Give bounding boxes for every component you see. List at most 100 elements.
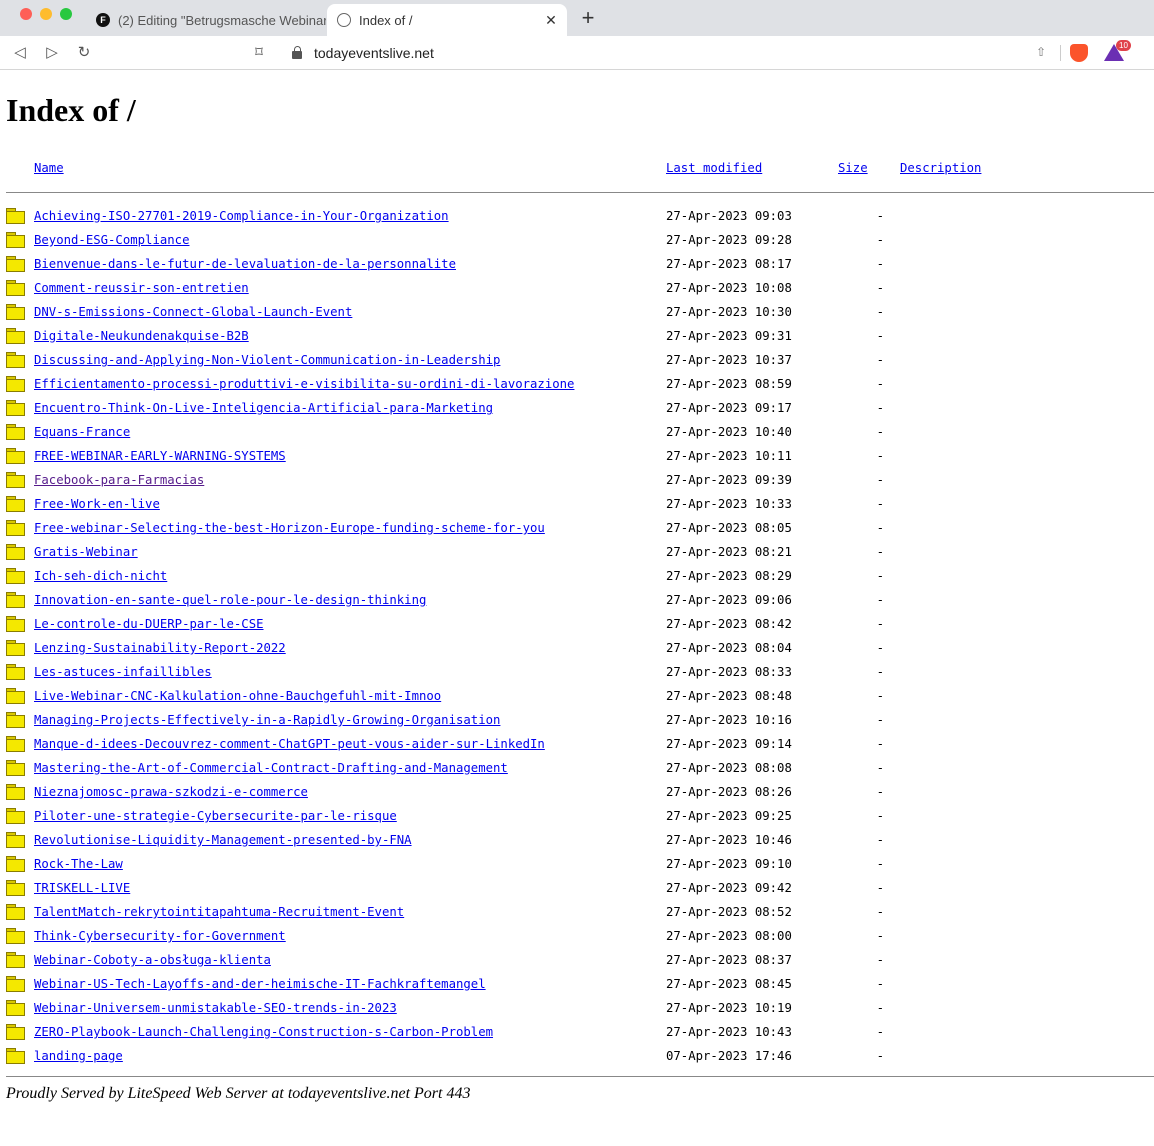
description-cell [884,1044,1154,1068]
reload-icon[interactable]: ↻ [74,43,94,63]
globe-icon [337,13,351,27]
description-cell [884,540,1154,564]
directory-link[interactable]: Piloter-une-strategie-Cybersecurite-par-… [34,809,397,823]
new-tab-button[interactable]: + [576,6,600,30]
directory-link[interactable]: Live-Webinar-CNC-Kalkulation-ohne-Bauchg… [34,689,441,703]
folder-icon [6,496,25,512]
directory-link[interactable]: Revolutionise-Liquidity-Management-prese… [34,833,412,847]
directory-link[interactable]: Webinar-Universem-unmistakable-SEO-trend… [34,1001,397,1015]
description-cell [884,972,1154,996]
directory-link[interactable]: TRISKELL-LIVE [34,881,130,895]
description-cell [884,324,1154,348]
directory-link[interactable]: Webinar-Coboty-a-obsługa-klienta [34,953,271,967]
directory-link[interactable]: Facebook-para-Farmacias [34,473,204,487]
address-bar[interactable]: todayeventslive.net [282,39,1062,66]
tab-index[interactable]: Index of / ✕ [327,4,567,36]
directory-link[interactable]: Manque-d-idees-Decouvrez-comment-ChatGPT… [34,737,545,751]
description-cell [884,900,1154,924]
minimize-window-button[interactable] [40,8,52,20]
size-cell: - [876,713,884,727]
directory-link[interactable]: Mastering-the-Art-of-Commercial-Contract… [34,761,508,775]
size-cell: - [876,737,884,751]
table-row: Bienvenue-dans-le-futur-de-levaluation-d… [6,252,1154,276]
directory-link[interactable]: Rock-The-Law [34,857,123,871]
close-window-button[interactable] [20,8,32,20]
description-cell [884,252,1154,276]
description-cell [884,396,1154,420]
size-cell: - [876,305,884,319]
folder-icon [6,400,25,416]
sort-by-description-link[interactable]: Description [900,161,981,175]
table-row: Nieznajomosc-prawa-szkodzi-e-commerce 27-… [6,780,1154,804]
forward-icon[interactable]: ▷ [42,43,62,63]
directory-link[interactable]: Digitale-Neukundenakquise-B2B [34,329,249,343]
folder-icon [6,976,25,992]
folder-icon [6,952,25,968]
close-tab-icon[interactable]: ✕ [541,12,561,29]
description-cell [884,684,1154,708]
description-cell [884,228,1154,252]
directory-link[interactable]: Achieving-ISO-27701-2019-Compliance-in-Y… [34,209,449,223]
size-cell: - [876,689,884,703]
last-modified-cell: 27-Apr-2023 08:21 [666,545,792,559]
table-row: Ich-seh-dich-nicht 27-Apr-2023 08:29 - [6,564,1154,588]
sort-by-name-link[interactable]: Name [34,161,64,175]
back-icon[interactable]: ◁ [10,43,30,63]
window-controls [20,8,72,20]
directory-link[interactable]: TalentMatch-rekrytointitapahtuma-Recruit… [34,905,404,919]
table-row: Innovation-en-sante-quel-role-pour-le-de… [6,588,1154,612]
description-cell [884,300,1154,324]
last-modified-cell: 27-Apr-2023 10:33 [666,497,792,511]
brave-shields-icon[interactable] [1070,44,1088,62]
directory-link[interactable]: DNV-s-Emissions-Connect-Global-Launch-Ev… [34,305,352,319]
folder-icon [6,784,25,800]
directory-link[interactable]: Ich-seh-dich-nicht [34,569,167,583]
directory-link[interactable]: Gratis-Webinar [34,545,138,559]
size-cell: - [876,1025,884,1039]
toolbar-divider [1060,45,1061,61]
folder-icon [6,808,25,824]
directory-link[interactable]: Comment-reussir-son-entretien [34,281,249,295]
table-row: Webinar-Universem-unmistakable-SEO-trend… [6,996,1154,1020]
description-cell [884,948,1154,972]
directory-link[interactable]: Beyond-ESG-Compliance [34,233,189,247]
directory-link[interactable]: Nieznajomosc-prawa-szkodzi-e-commerce [34,785,308,799]
table-row: TalentMatch-rekrytointitapahtuma-Recruit… [6,900,1154,924]
zoom-window-button[interactable] [60,8,72,20]
directory-link[interactable]: Free-webinar-Selecting-the-best-Horizon-… [34,521,545,535]
last-modified-cell: 27-Apr-2023 09:10 [666,857,792,871]
folder-icon [6,592,25,608]
table-row: Beyond-ESG-Compliance 27-Apr-2023 09:28 - [6,228,1154,252]
directory-link[interactable]: Lenzing-Sustainability-Report-2022 [34,641,286,655]
table-row: Webinar-US-Tech-Layoffs-and-der-heimisch… [6,972,1154,996]
sort-by-last-modified-link[interactable]: Last modified [666,161,762,175]
directory-link[interactable]: FREE-WEBINAR-EARLY-WARNING-SYSTEMS [34,449,286,463]
sort-by-size-link[interactable]: Size [838,161,868,175]
size-cell: - [876,473,884,487]
last-modified-cell: 27-Apr-2023 08:45 [666,977,792,991]
directory-link[interactable]: Discussing-and-Applying-Non-Violent-Comm… [34,353,500,367]
directory-link[interactable]: Webinar-US-Tech-Layoffs-and-der-heimisch… [34,977,486,991]
table-row: Discussing-and-Applying-Non-Violent-Comm… [6,348,1154,372]
directory-link[interactable]: Innovation-en-sante-quel-role-pour-le-de… [34,593,426,607]
bookmark-icon[interactable]: ⌑ [249,43,269,63]
table-row: Le-controle-du-DUERP-par-le-CSE 27-Apr-20… [6,612,1154,636]
tab-editing[interactable]: F (2) Editing "Betrugsmasche Webinar [86,4,326,36]
directory-link[interactable]: Equans-France [34,425,130,439]
size-cell: - [876,497,884,511]
size-cell: - [876,1049,884,1063]
directory-link[interactable]: landing-page [34,1049,123,1063]
directory-link[interactable]: Encuentro-Think-On-Live-Inteligencia-Art… [34,401,493,415]
directory-link[interactable]: Bienvenue-dans-le-futur-de-levaluation-d… [34,257,456,271]
directory-link[interactable]: Managing-Projects-Effectively-in-a-Rapid… [34,713,500,727]
last-modified-cell: 27-Apr-2023 08:52 [666,905,792,919]
last-modified-cell: 27-Apr-2023 10:11 [666,449,792,463]
directory-link[interactable]: Le-controle-du-DUERP-par-le-CSE [34,617,264,631]
directory-link[interactable]: Efficientamento-processi-produttivi-e-vi… [34,377,574,391]
directory-link[interactable]: Free-Work-en-live [34,497,160,511]
description-cell [884,204,1154,228]
directory-link[interactable]: Think-Cybersecurity-for-Government [34,929,286,943]
directory-link[interactable]: Les-astuces-infaillibles [34,665,212,679]
directory-link[interactable]: ZERO-Playbook-Launch-Challenging-Constru… [34,1025,493,1039]
share-icon[interactable]: ⇧ [1033,44,1049,60]
